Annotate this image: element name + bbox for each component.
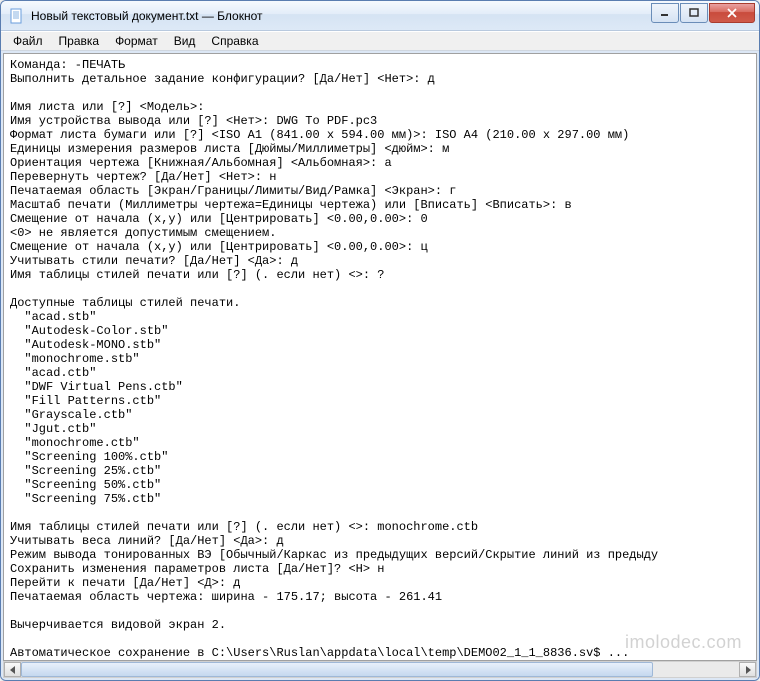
- scroll-right-button[interactable]: [739, 662, 756, 677]
- menu-edit[interactable]: Правка: [51, 32, 108, 50]
- menu-file[interactable]: Файл: [5, 32, 51, 50]
- scroll-track[interactable]: [21, 662, 739, 677]
- notepad-window: Новый текстовый документ.txt — Блокнот Ф…: [0, 0, 760, 681]
- app-icon: [9, 8, 25, 24]
- menubar: Файл Правка Формат Вид Справка: [1, 31, 759, 51]
- window-controls: [651, 3, 759, 23]
- text-area[interactable]: Команда: -ПЕЧАТЬ Выполнить детальное зад…: [3, 53, 757, 661]
- menu-format[interactable]: Формат: [107, 32, 166, 50]
- titlebar[interactable]: Новый текстовый документ.txt — Блокнот: [1, 1, 759, 31]
- scroll-left-button[interactable]: [4, 662, 21, 677]
- content-frame: Команда: -ПЕЧАТЬ Выполнить детальное зад…: [1, 51, 759, 680]
- maximize-button[interactable]: [680, 3, 708, 23]
- window-title: Новый текстовый документ.txt — Блокнот: [31, 9, 651, 23]
- menu-help[interactable]: Справка: [203, 32, 266, 50]
- scroll-thumb[interactable]: [21, 662, 653, 677]
- close-button[interactable]: [709, 3, 755, 23]
- minimize-button[interactable]: [651, 3, 679, 23]
- menu-view[interactable]: Вид: [166, 32, 204, 50]
- horizontal-scrollbar[interactable]: [3, 661, 757, 678]
